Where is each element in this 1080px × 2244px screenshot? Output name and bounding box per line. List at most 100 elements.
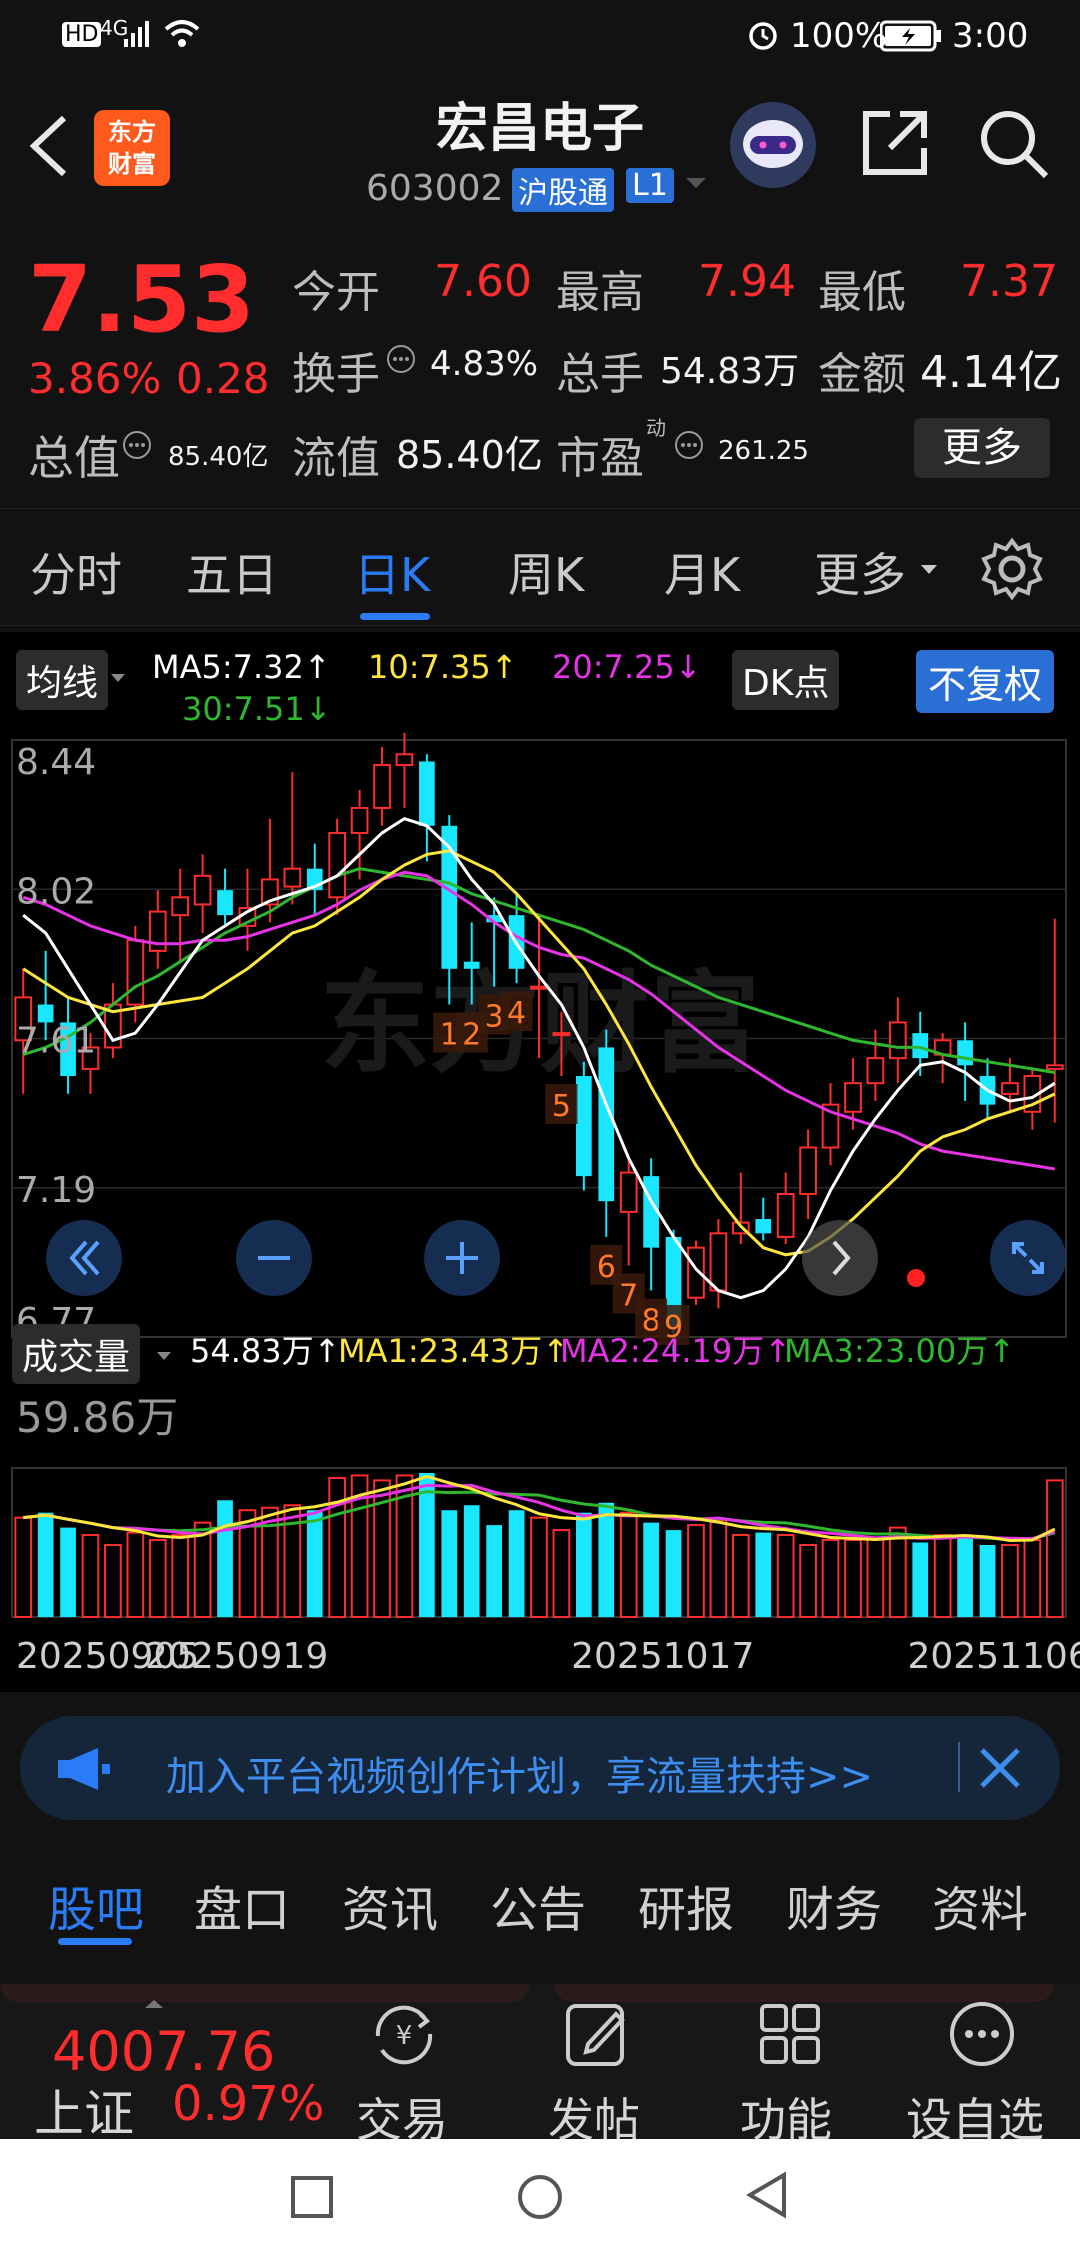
live-dot xyxy=(907,1269,925,1287)
y-tick-label: 7.61 xyxy=(16,1021,96,1062)
volume-bar-up xyxy=(552,1529,571,1618)
info-icon[interactable] xyxy=(122,430,152,464)
adjust-toggle[interactable]: 不复权 xyxy=(916,650,1055,713)
info-icon[interactable] xyxy=(386,344,416,378)
back-nav-icon[interactable] xyxy=(744,2171,792,2223)
tab-profile[interactable]: 资料 xyxy=(932,1870,1028,1940)
close-icon[interactable] xyxy=(976,1744,1024,1796)
kline-chart-area: 均线 MA5:7.32↑ 10:7.35↑ 20:7.25↓ 30:7.51↓ … xyxy=(0,632,1080,1692)
pe-value: 261.25 xyxy=(718,436,809,466)
more-dots-icon[interactable] xyxy=(942,2000,1022,2070)
tab-monthly-k[interactable]: 月K xyxy=(664,539,740,605)
dk-point-selector[interactable]: DK点 xyxy=(732,650,840,710)
volume-bar-down xyxy=(957,1535,973,1617)
low-value: 7.37 xyxy=(960,256,1058,307)
caret-up-icon xyxy=(144,1994,164,2013)
volume-bar-up xyxy=(709,1519,728,1619)
svg-text:¥: ¥ xyxy=(396,2021,413,2051)
index-change[interactable]: 0.97% xyxy=(172,2076,324,2132)
candle-down xyxy=(957,1040,973,1066)
candle-down xyxy=(463,961,480,969)
ma-selector[interactable]: 均线 xyxy=(16,650,109,710)
recent-apps-icon[interactable] xyxy=(290,2175,334,2223)
volume-bar-down xyxy=(37,1512,54,1617)
bottom-toolbar: 4007.76 上证 0.97% ¥ 交易 发帖 功能 设自选 xyxy=(0,1984,1080,2147)
signal-marker-label: 4 xyxy=(507,996,526,1031)
volume-ma1: MA1:23.43万↑ xyxy=(338,1332,570,1370)
volume-bar-down xyxy=(306,1510,323,1617)
chevron-down-icon[interactable] xyxy=(684,176,708,196)
float-label: 流值 xyxy=(292,433,380,484)
candle-up xyxy=(1045,1064,1064,1070)
candle-up xyxy=(552,1032,571,1037)
tab-weekly-k[interactable]: 周K xyxy=(508,539,584,605)
rewind-icon[interactable] xyxy=(46,1220,122,1296)
volume-today: 54.83万↑ xyxy=(190,1332,341,1370)
trade-icon[interactable]: ¥ xyxy=(364,2000,444,2070)
volume-bar-up xyxy=(1023,1539,1042,1618)
tab-news[interactable]: 资讯 xyxy=(342,1870,438,1940)
banner-text[interactable]: 加入平台视频创作计划，享流量扶持>> xyxy=(166,1744,873,1802)
candle-up xyxy=(373,764,391,809)
volume-ma2: MA2:24.19万↑ xyxy=(560,1332,792,1370)
volume-bar-up xyxy=(81,1534,100,1618)
low-label: 最低 xyxy=(818,267,906,318)
change-percent: 3.86% xyxy=(28,354,162,403)
change-amount: 0.28 xyxy=(176,354,270,403)
next-icon[interactable] xyxy=(802,1220,878,1296)
tab-intraday[interactable]: 分时 xyxy=(30,539,122,605)
tab-research[interactable]: 研报 xyxy=(638,1870,734,1940)
volume-value: 54.83万 xyxy=(660,351,800,392)
search-icon[interactable] xyxy=(976,106,1050,184)
caret-down-icon xyxy=(156,1346,172,1365)
share-icon[interactable] xyxy=(860,108,930,182)
volume-max-label: 59.86万 xyxy=(16,1393,179,1442)
info-icon[interactable] xyxy=(674,430,704,464)
more-button[interactable]: 更多 xyxy=(914,418,1050,478)
robot-assistant-icon[interactable] xyxy=(730,102,816,188)
amount-label: 金额 xyxy=(818,349,906,400)
last-price: 7.53 xyxy=(28,246,255,353)
candle-down xyxy=(755,1219,772,1234)
amount-value: 4.14亿 xyxy=(920,347,1062,398)
system-nav-bar xyxy=(0,2139,1080,2244)
promo-banner[interactable]: 加入平台视频创作计划，享流量扶持>> xyxy=(20,1716,1060,1820)
tab-more[interactable]: 更多 xyxy=(814,539,906,605)
candle-up xyxy=(799,1146,817,1196)
alarm-icon xyxy=(746,18,780,61)
zoom-in-icon[interactable] xyxy=(424,1220,500,1296)
quote-panel: 7.53 3.86% 0.28 总值 85.40亿 今开 7.60 最高 7.9… xyxy=(0,226,1080,506)
edit-post-icon[interactable] xyxy=(558,2000,638,2070)
tab-orderbook[interactable]: 盘口 xyxy=(194,1870,290,1940)
info-tabs: 股吧 盘口 资讯 公告 研报 财务 资料 xyxy=(0,1840,1080,1950)
status-bar: HD 4G 100% 3:00 xyxy=(0,0,1080,72)
tab-finance[interactable]: 财务 xyxy=(786,1870,882,1940)
volume-ma3: MA3:23.00万↑ xyxy=(784,1332,1016,1370)
candle-down xyxy=(576,1076,592,1177)
volume-bar-down xyxy=(60,1527,76,1617)
volume-bar-up xyxy=(821,1539,840,1618)
tab-daily-k[interactable]: 日K xyxy=(354,539,430,605)
volume-bar-up xyxy=(171,1534,190,1618)
tab-announcements[interactable]: 公告 xyxy=(490,1870,586,1940)
zoom-out-icon[interactable] xyxy=(236,1220,312,1296)
tab-forum[interactable]: 股吧 xyxy=(48,1870,144,1940)
tab-five-day[interactable]: 五日 xyxy=(186,539,278,605)
candle-up xyxy=(776,1193,795,1238)
volume-bar-down xyxy=(643,1522,659,1617)
volume-bar-up xyxy=(799,1543,817,1619)
fullscreen-icon[interactable] xyxy=(990,1220,1066,1296)
index-name[interactable]: 上证 xyxy=(34,2074,134,2146)
active-subtab-indicator xyxy=(58,1938,132,1945)
candle-up xyxy=(844,1082,862,1113)
volume-selector[interactable]: 成交量 xyxy=(12,1324,141,1384)
grid-function-icon[interactable] xyxy=(752,2000,832,2070)
home-icon[interactable] xyxy=(516,2173,564,2225)
kline-svg[interactable]: 东方财富1234567898.448.027.617.196.772025090… xyxy=(0,732,1080,1692)
ma20-label: 20:7.25↓ xyxy=(552,648,702,686)
candle-up xyxy=(283,867,302,888)
active-tab-indicator xyxy=(360,613,430,620)
turnover-label: 换手 xyxy=(292,349,380,400)
hd-icon: HD xyxy=(62,22,102,47)
gear-icon[interactable] xyxy=(980,537,1044,605)
